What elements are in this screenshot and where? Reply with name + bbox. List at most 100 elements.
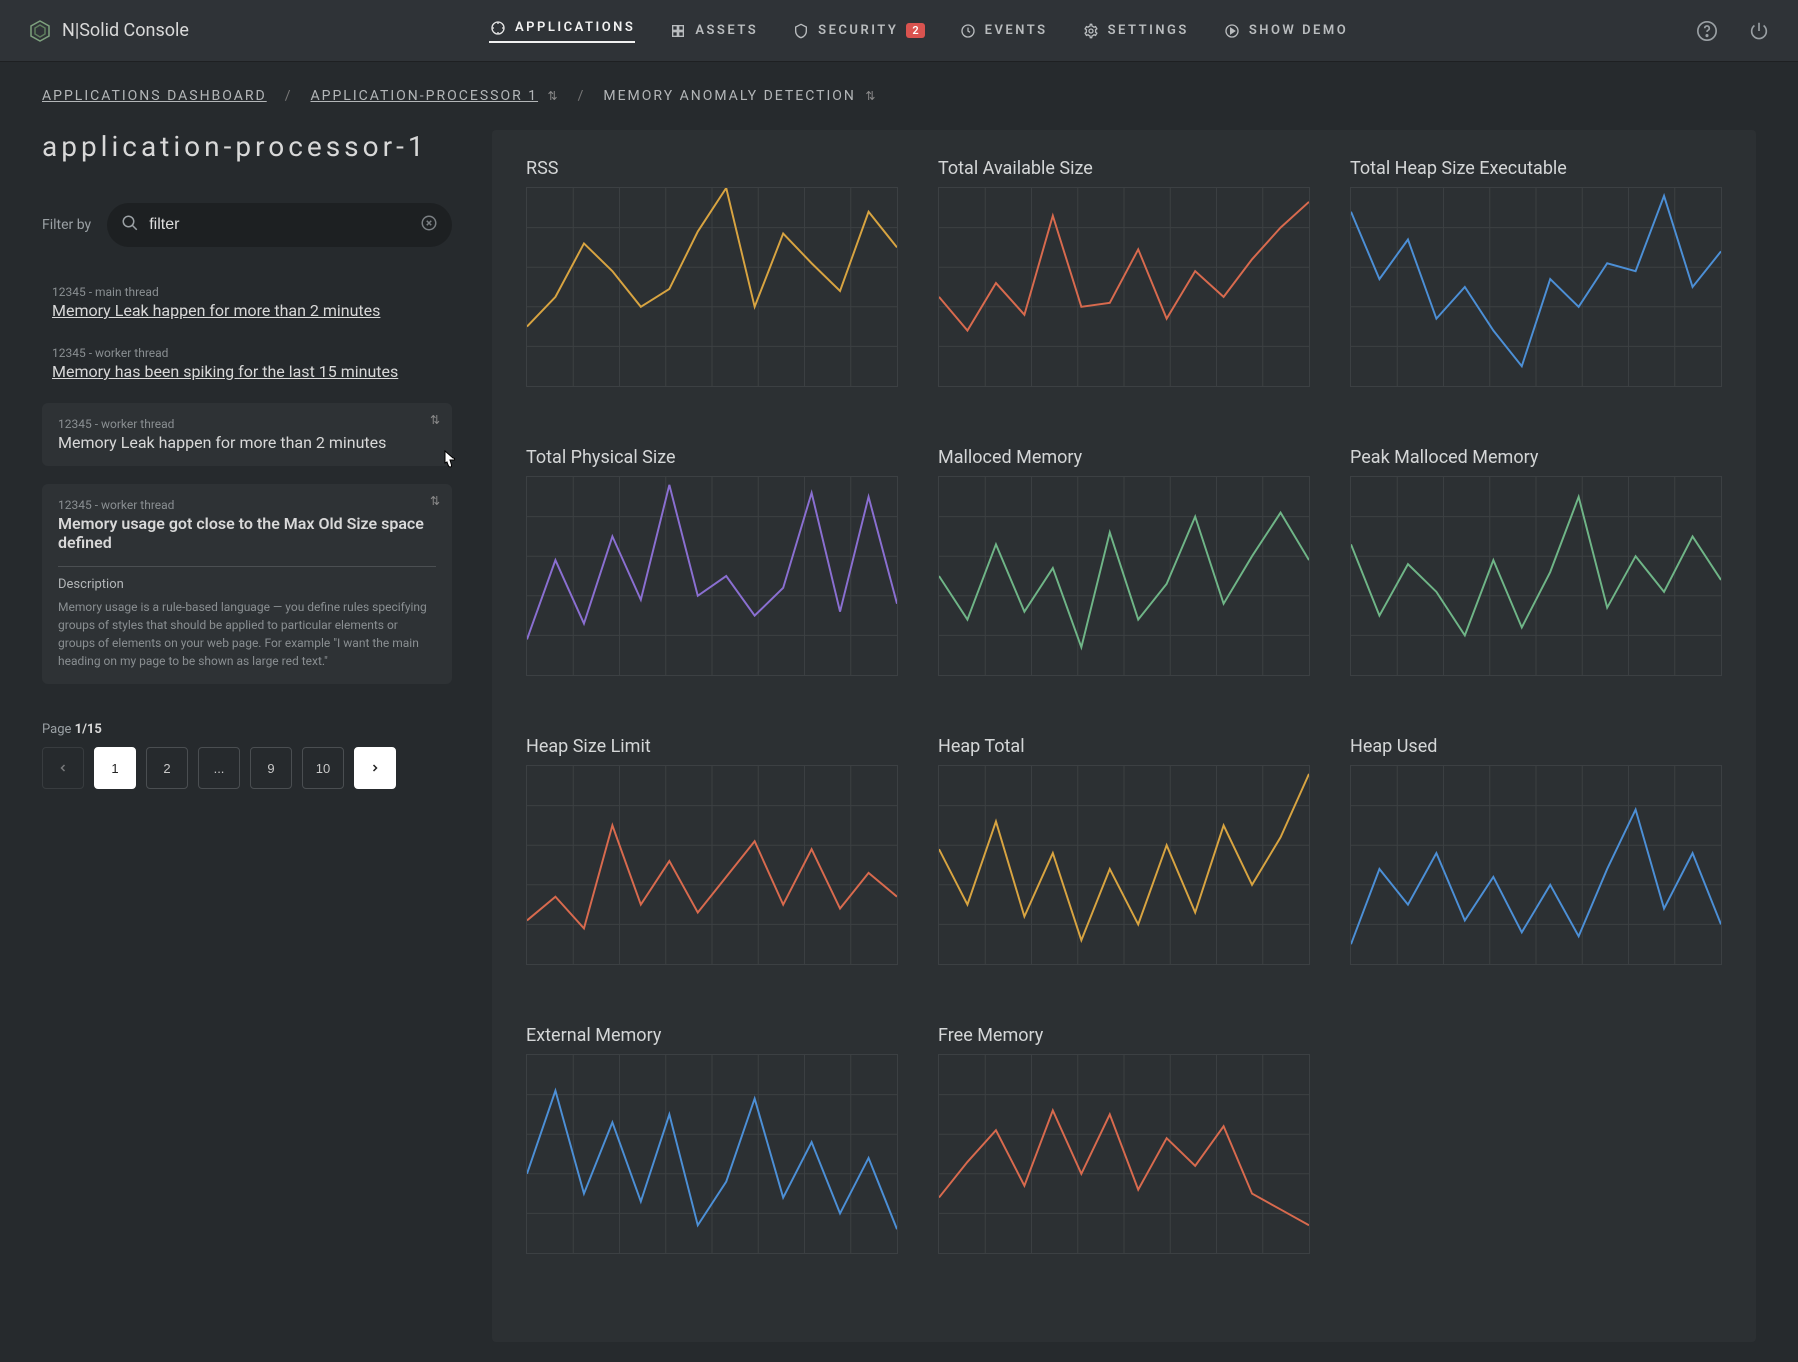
chart-cell: Heap Total	[938, 736, 1310, 965]
chart-box[interactable]	[526, 1054, 898, 1254]
nav-events[interactable]: EVENTS	[959, 22, 1048, 40]
description-label: Description	[58, 577, 436, 592]
anomaly-item[interactable]: 12345 - main thread Memory Leak happen f…	[42, 281, 452, 324]
chart-cell: Heap Used	[1350, 736, 1722, 965]
page-1-button[interactable]: 1	[94, 747, 136, 789]
security-badge: 2	[906, 23, 924, 38]
chart-cell: Peak Malloced Memory	[1350, 447, 1722, 676]
chart-title: Heap Used	[1350, 736, 1722, 757]
anomaly-meta: 12345 - main thread	[52, 285, 442, 299]
anomaly-item[interactable]: 12345 - worker thread Memory has been sp…	[42, 342, 452, 385]
nav-settings[interactable]: SETTINGS	[1082, 22, 1189, 40]
breadcrumb-sep: /	[578, 88, 586, 104]
chart-title: RSS	[526, 158, 898, 179]
breadcrumb: APPLICATIONS DASHBOARD / APPLICATION-PRO…	[0, 62, 1798, 130]
nav-show-demo-label: SHOW DEMO	[1249, 23, 1348, 38]
assets-icon	[669, 22, 687, 40]
chart-box[interactable]	[526, 765, 898, 965]
nav-events-label: EVENTS	[985, 23, 1048, 38]
anomaly-title: Memory usage got close to the Max Old Si…	[58, 514, 436, 552]
brand-label: N|Solid Console	[62, 20, 189, 41]
chart-grid: RSS Total Available Size Total Heap Size E…	[526, 158, 1722, 1254]
filter-input[interactable]	[149, 216, 420, 234]
clear-filter-icon[interactable]	[420, 214, 438, 236]
cursor-pointer-icon	[439, 449, 457, 475]
anomaly-list: 12345 - main thread Memory Leak happen f…	[42, 281, 452, 684]
chart-title: Total Heap Size Executable	[1350, 158, 1722, 179]
anomaly-meta: 12345 - worker thread	[58, 417, 436, 431]
main-nav: APPLICATIONS ASSETS SECURITY 2 EVENTS	[489, 19, 1348, 43]
nav-applications-label: APPLICATIONS	[515, 20, 635, 35]
anomaly-card-hover[interactable]: ⇅ 12345 - worker thread Memory Leak happ…	[42, 403, 452, 466]
breadcrumb-root[interactable]: APPLICATIONS DASHBOARD	[42, 88, 267, 104]
sidebar: application-processor-1 Filter by 12345 …	[42, 130, 452, 1342]
chart-box[interactable]	[938, 1054, 1310, 1254]
anomaly-card-expanded[interactable]: ⇅ 12345 - worker thread Memory usage got…	[42, 484, 452, 684]
brand: N|Solid Console	[28, 19, 189, 43]
chart-title: Free Memory	[938, 1025, 1310, 1046]
page-10-button[interactable]: 10	[302, 747, 344, 789]
chart-title: Total Physical Size	[526, 447, 898, 468]
chart-title: Total Available Size	[938, 158, 1310, 179]
anomaly-title: Memory Leak happen for more than 2 minut…	[58, 433, 436, 452]
breadcrumb-app-sort-icon[interactable]: ⇅	[548, 89, 560, 103]
page-next-button[interactable]	[354, 747, 396, 789]
chart-cell: Malloced Memory	[938, 447, 1310, 676]
pagination: 1 2 ... 9 10	[42, 747, 452, 789]
applications-icon	[489, 19, 507, 37]
chart-cell: Heap Size Limit	[526, 736, 898, 965]
anomaly-meta: 12345 - worker thread	[58, 498, 436, 512]
search-icon	[121, 214, 139, 236]
breadcrumb-view-sort-icon[interactable]: ⇅	[865, 89, 877, 103]
chart-cell: External Memory	[526, 1025, 898, 1254]
page-ellipsis-button[interactable]: ...	[198, 747, 240, 789]
chart-box[interactable]	[938, 187, 1310, 387]
nav-assets-label: ASSETS	[695, 23, 758, 38]
chart-cell: Total Available Size	[938, 158, 1310, 387]
nav-security[interactable]: SECURITY 2	[792, 22, 925, 40]
description-text: Memory usage is a rule-based language — …	[58, 598, 436, 670]
charts-panel: RSS Total Available Size Total Heap Size E…	[492, 130, 1756, 1342]
chart-cell: RSS	[526, 158, 898, 387]
nav-applications[interactable]: APPLICATIONS	[489, 19, 635, 43]
chart-title: Malloced Memory	[938, 447, 1310, 468]
card-sort-icon[interactable]: ⇅	[430, 413, 440, 427]
chart-title: Heap Size Limit	[526, 736, 898, 757]
nav-security-label: SECURITY	[818, 23, 898, 38]
top-bar: N|Solid Console APPLICATIONS ASSETS SECU…	[0, 0, 1798, 62]
breadcrumb-app[interactable]: APPLICATION-PROCESSOR 1	[311, 88, 539, 104]
topbar-right	[1696, 20, 1770, 42]
anomaly-title[interactable]: Memory has been spiking for the last 15 …	[52, 362, 442, 381]
chart-box[interactable]	[526, 187, 898, 387]
nav-assets[interactable]: ASSETS	[669, 22, 758, 40]
help-icon[interactable]	[1696, 20, 1718, 42]
brand-hexagon-icon	[28, 19, 52, 43]
page-9-button[interactable]: 9	[250, 747, 292, 789]
chart-box[interactable]	[938, 476, 1310, 676]
breadcrumb-view: MEMORY ANOMALY DETECTION	[603, 88, 856, 104]
anomaly-meta: 12345 - worker thread	[52, 346, 442, 360]
gear-icon	[1082, 22, 1100, 40]
filter-input-wrap	[107, 203, 452, 247]
page-indicator: Page 1/15	[42, 722, 452, 737]
page-prev-button[interactable]	[42, 747, 84, 789]
shield-icon	[792, 22, 810, 40]
chart-cell: Total Heap Size Executable	[1350, 158, 1722, 387]
anomaly-title[interactable]: Memory Leak happen for more than 2 minut…	[52, 301, 442, 320]
chart-box[interactable]	[1350, 476, 1722, 676]
chart-box[interactable]	[1350, 187, 1722, 387]
filter-row: Filter by	[42, 203, 452, 247]
chart-box[interactable]	[938, 765, 1310, 965]
chart-box[interactable]	[1350, 765, 1722, 965]
chart-cell: Total Physical Size	[526, 447, 898, 676]
chart-title: Peak Malloced Memory	[1350, 447, 1722, 468]
page-2-button[interactable]: 2	[146, 747, 188, 789]
filter-label: Filter by	[42, 217, 91, 233]
play-icon	[1223, 22, 1241, 40]
power-icon[interactable]	[1748, 20, 1770, 42]
nav-show-demo[interactable]: SHOW DEMO	[1223, 22, 1348, 40]
chart-cell: Free Memory	[938, 1025, 1310, 1254]
breadcrumb-sep: /	[285, 88, 293, 104]
card-sort-icon[interactable]: ⇅	[430, 494, 440, 508]
chart-box[interactable]	[526, 476, 898, 676]
